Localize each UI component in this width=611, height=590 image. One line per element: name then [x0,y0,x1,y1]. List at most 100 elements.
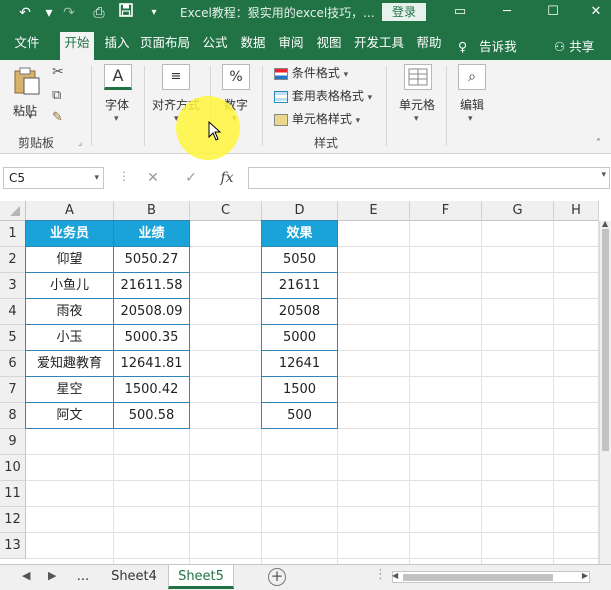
cancel-button[interactable]: ✕ [142,167,164,189]
redo-icon[interactable]: ↷ [58,3,80,23]
prev-sheet-icon[interactable]: ◀ [22,569,30,582]
ribbon-separator [386,66,387,146]
row-header-8[interactable]: 8 [0,403,26,429]
customize-qat-icon[interactable]: ▾ [143,3,165,23]
print-preview-icon[interactable]: ⎙ [88,3,110,23]
horizontal-scrollbar[interactable]: ◀ ▶ [392,571,590,583]
minimize-button[interactable]: ─ [494,2,520,22]
cell-styles-button[interactable]: 单元格样式 ▾ [274,110,360,127]
sheet-tab-sheet5[interactable]: Sheet5 [168,565,234,589]
row-header-1[interactable]: 1 [0,221,26,247]
tab-page-layout[interactable]: 页面布局 [138,32,192,54]
ribbon: 粘贴 ▾ ✂ ⧉ ✎ 剪贴板 ⌟ A 字体 ▾ ≡ 对齐方式 ▾ % 数字 ▾ … [0,60,611,154]
share-label: 共享 [569,39,595,54]
column-header-h[interactable]: H [554,201,599,221]
cut-icon[interactable]: ✂ [52,64,64,80]
select-all-button[interactable] [0,201,26,221]
undo-icon[interactable]: ↶ [14,3,36,23]
tab-review[interactable]: 审阅 [274,32,308,54]
cell-border [262,350,338,351]
tell-me-box[interactable]: ♀ 告诉我 [458,36,517,55]
editing-dropdown-icon[interactable]: ▾ [468,114,473,124]
cells-label[interactable]: 单元格 [399,96,435,113]
tab-help[interactable]: 帮助 [412,32,446,54]
scroll-right-icon[interactable]: ▶ [582,571,588,580]
row-header-9[interactable]: 9 [0,429,26,455]
row-header-3[interactable]: 3 [0,273,26,299]
close-button[interactable]: ✕ [583,2,609,22]
tab-developer[interactable]: 开发工具 [352,32,406,54]
row-header-11[interactable]: 11 [0,481,26,507]
row-header-13[interactable]: 13 [0,533,26,559]
name-box[interactable]: C5 ▾ [3,167,104,189]
tab-file[interactable]: 文件 [10,32,44,54]
align-icon[interactable]: ≡ [162,64,190,90]
undo-dropdown-icon[interactable]: ▾ [38,3,60,23]
cells-icon[interactable] [404,64,432,90]
insert-function-button[interactable]: fx [216,167,238,189]
font-dropdown-icon[interactable]: ▾ [114,114,119,124]
format-painter-icon[interactable]: ✎ [52,110,63,125]
row-header-4[interactable]: 4 [0,299,26,325]
cells-dropdown-icon[interactable]: ▾ [414,114,419,124]
row-header-7[interactable]: 7 [0,377,26,403]
tab-insert[interactable]: 插入 [100,32,134,54]
chevron-down-icon: ▾ [355,116,361,126]
share-button[interactable]: ⚇ 共享 [554,36,594,55]
chevron-down-icon[interactable]: ▾ [601,170,606,180]
column-header-d[interactable]: D [262,201,338,221]
column-header-e[interactable]: E [338,201,410,221]
row-header-6[interactable]: 6 [0,351,26,377]
paste-dropdown-icon[interactable]: ▾ [28,112,33,122]
cell-border [26,324,190,325]
add-sheet-button[interactable]: + [268,568,286,586]
column-header-c[interactable]: C [190,201,262,221]
ribbon-options-icon[interactable]: ▭ [447,2,473,22]
cell-border [262,246,338,247]
column-header-a[interactable]: A [26,201,114,221]
copy-icon[interactable]: ⧉ [52,88,61,103]
formula-input[interactable]: ▾ [248,167,610,189]
login-button[interactable]: 登录 [382,3,426,21]
mouse-cursor-icon [208,121,222,141]
font-icon[interactable]: A [104,64,132,90]
row-header-10[interactable]: 10 [0,455,26,481]
collapse-ribbon-icon[interactable]: ˄ [596,138,601,149]
scroll-up-icon[interactable]: ▲ [602,219,608,228]
search-icon[interactable]: ⌕ [458,64,486,90]
row-header-12[interactable]: 12 [0,507,26,533]
percent-icon[interactable]: % [222,64,250,90]
sheet-tab-sheet4[interactable]: Sheet4 [104,565,164,589]
row-header-2[interactable]: 2 [0,247,26,273]
editing-label[interactable]: 编辑 [460,96,484,113]
format-as-table-label: 套用表格格式 [291,89,364,103]
column-header-f[interactable]: F [410,201,482,221]
cell-border [262,324,338,325]
tab-home[interactable]: 开始 [60,32,94,60]
save-icon[interactable] [115,3,137,23]
tab-data[interactable]: 数据 [236,32,270,54]
sheet-overflow[interactable]: ... [68,565,98,589]
scrollbar-thumb[interactable] [602,229,609,451]
enter-button[interactable]: ✓ [180,167,202,189]
row-header-5[interactable]: 5 [0,325,26,351]
clipboard-group-label: 剪贴板 [18,136,55,150]
conditional-format-button[interactable]: 条件格式 ▾ [274,64,348,81]
tab-formulas[interactable]: 公式 [198,32,232,54]
tab-splitter[interactable]: ⋮ [374,567,387,582]
worksheet-grid[interactable]: ABCDEFGH 1 2 3 4 5 6 7 8 9 10 11 12 13 业务员 业绩 仰望 5050.2… [0,201,611,564]
scroll-left-icon[interactable]: ◀ [392,571,398,580]
tab-view[interactable]: 视图 [312,32,346,54]
formula-bar-splitter[interactable]: ⋮ [118,169,130,183]
cell-border [26,272,190,273]
maximize-button[interactable]: ☐ [540,2,566,22]
format-as-table-button[interactable]: 套用表格格式 ▾ [274,87,372,104]
vertical-scrollbar[interactable]: ▲ [599,219,611,564]
next-sheet-icon[interactable]: ▶ [48,569,56,582]
scrollbar-thumb[interactable] [403,574,553,581]
font-label[interactable]: 字体 [105,96,129,113]
column-header-b[interactable]: B [114,201,190,221]
column-header-g[interactable]: G [482,201,554,221]
paste-button[interactable]: 粘贴 [10,66,44,122]
clipboard-launcher-icon[interactable]: ⌟ [78,138,82,148]
